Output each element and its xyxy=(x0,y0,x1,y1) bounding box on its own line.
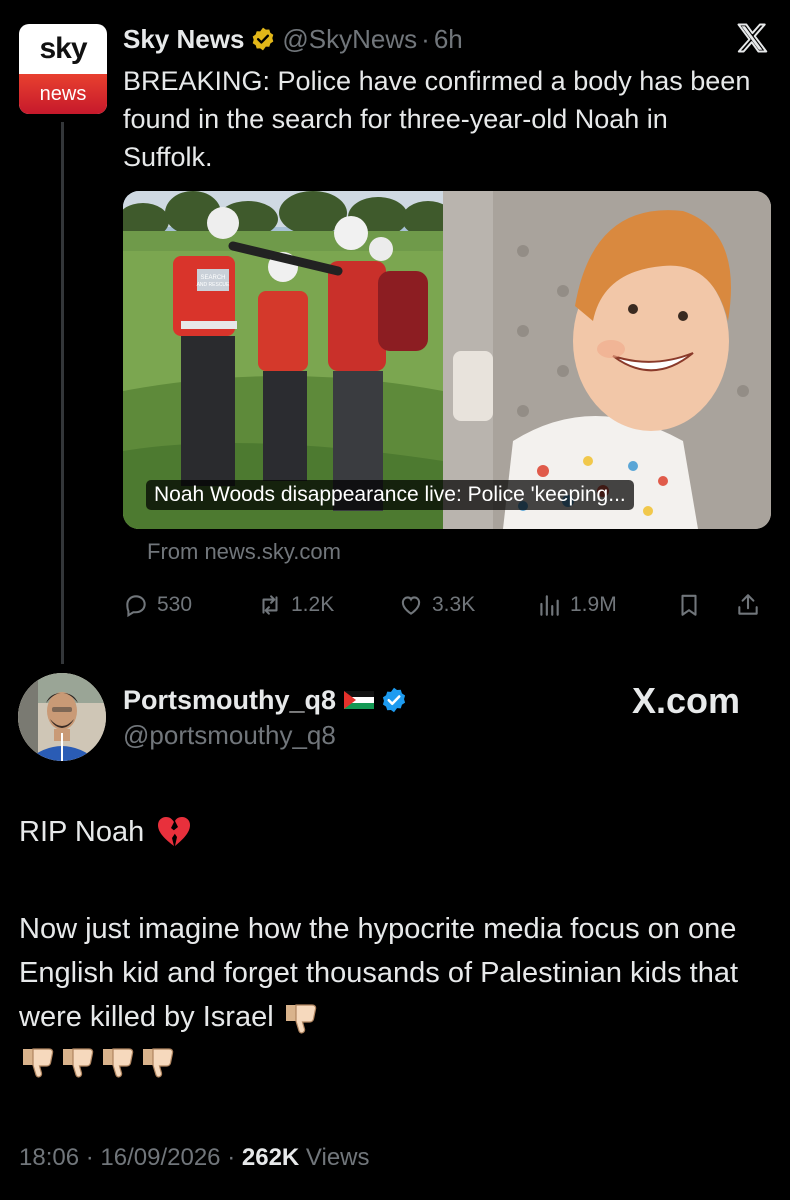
tweet-text-rip: RIP Noah xyxy=(19,815,145,848)
link-preview-card[interactable]: SEARCH AND RESCUE xyxy=(123,191,771,529)
author-name[interactable]: Portsmouthy_q8 xyxy=(123,685,336,716)
thumbs-down-icon xyxy=(143,1048,174,1078)
author-handle[interactable]: @SkyNews xyxy=(282,24,417,55)
like-icon xyxy=(401,596,421,615)
tweet-actions-bar: 530 1.2K 3.3K 1.9M xyxy=(123,590,771,620)
thumbs-down-icon xyxy=(103,1048,134,1078)
card-source[interactable]: From news.sky.com xyxy=(147,539,341,565)
views-count: 262K xyxy=(241,1144,300,1171)
thread-connector-line xyxy=(61,122,64,664)
repost-count: 1.2K xyxy=(291,593,335,616)
like-button[interactable]: 3.3K xyxy=(398,590,475,620)
dot-separator: · xyxy=(227,1144,236,1171)
reply-button[interactable]: 530 xyxy=(123,590,192,620)
gold-verified-badge-icon xyxy=(253,27,274,51)
avatar[interactable] xyxy=(18,673,106,761)
tweet-date[interactable]: 16/09/2026 xyxy=(100,1144,220,1171)
blue-verified-badge-icon xyxy=(382,687,406,713)
repost-icon xyxy=(262,595,278,615)
views-icon xyxy=(540,595,559,616)
reply-icon xyxy=(126,595,146,618)
tweet-text-line1: RIP Noah xyxy=(19,815,192,849)
vest-text-line1: SEARCH xyxy=(200,275,225,281)
tweet-metadata: 18:06 · 16/09/2026 · 262K Views xyxy=(19,1144,370,1172)
views-button[interactable]: 1.9M xyxy=(536,590,617,620)
x-logo-icon xyxy=(737,23,768,53)
broken-heart-icon xyxy=(158,817,191,846)
main-tweet-author-row: Portsmouthy_q8 xyxy=(123,682,408,718)
dot-separator: · xyxy=(421,23,430,54)
thumbs-down-icon xyxy=(285,1004,316,1034)
card-image: SEARCH AND RESCUE xyxy=(123,191,771,529)
share-icon xyxy=(738,594,758,615)
avatar-image xyxy=(18,673,106,761)
reply-count: 530 xyxy=(157,593,193,616)
thumbs-down-icon xyxy=(63,1048,94,1078)
share-button[interactable] xyxy=(735,590,761,620)
bookmark-button[interactable] xyxy=(676,590,702,620)
tweet-time[interactable]: 18:06 xyxy=(19,1144,79,1171)
news-logo-text: news xyxy=(19,74,107,114)
tweet-text-body: Now just imagine how the hypocrite media… xyxy=(19,913,739,1033)
bookmark-icon xyxy=(681,594,697,616)
sky-news-avatar[interactable]: sky news xyxy=(19,24,107,114)
thumbs-down-icon xyxy=(23,1048,54,1078)
timestamp[interactable]: 6h xyxy=(434,24,463,55)
author-name[interactable]: Sky News xyxy=(123,24,244,55)
x-com-label: X.com xyxy=(632,680,741,721)
tweet-text-paragraph: Now just imagine how the hypocrite media… xyxy=(19,907,769,1083)
vest-text-line2: AND RESCUE xyxy=(197,282,230,288)
like-count: 3.3K xyxy=(432,593,476,616)
card-title[interactable]: Noah Woods disappearance live: Police 'k… xyxy=(146,480,634,510)
palestine-flag-icon xyxy=(344,691,375,709)
views-label: Views xyxy=(305,1144,370,1171)
views-count: 1.9M xyxy=(570,593,617,616)
sky-logo-text: sky xyxy=(39,32,87,65)
quoted-tweet-text: BREAKING: Police have confirmed a body h… xyxy=(123,66,751,172)
author-handle[interactable]: @portsmouthy_q8 xyxy=(123,720,336,751)
dot-separator: · xyxy=(85,1144,94,1171)
repost-button[interactable]: 1.2K xyxy=(257,590,334,620)
quoted-tweet-header: Sky News @SkyNews · 6h xyxy=(123,22,463,56)
